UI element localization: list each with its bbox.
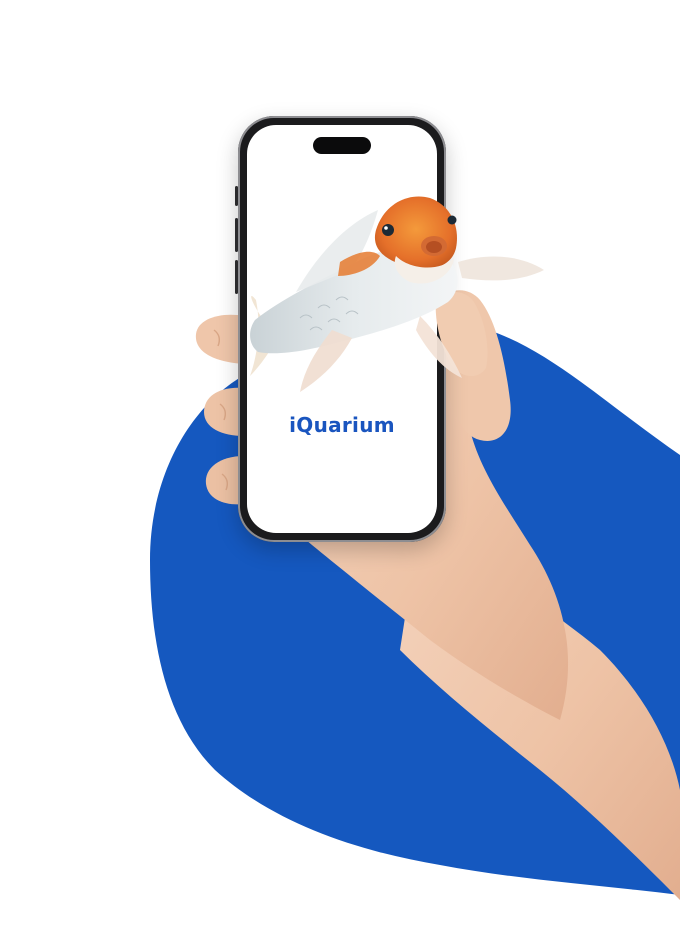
hero-illustration: iQuarium <box>0 0 680 928</box>
pectoral-fin-right <box>416 316 462 378</box>
side-fin <box>458 256 544 281</box>
fish-eye-left <box>382 224 394 236</box>
fish-eye-right <box>447 215 457 225</box>
koi-fish-image <box>250 196 544 392</box>
